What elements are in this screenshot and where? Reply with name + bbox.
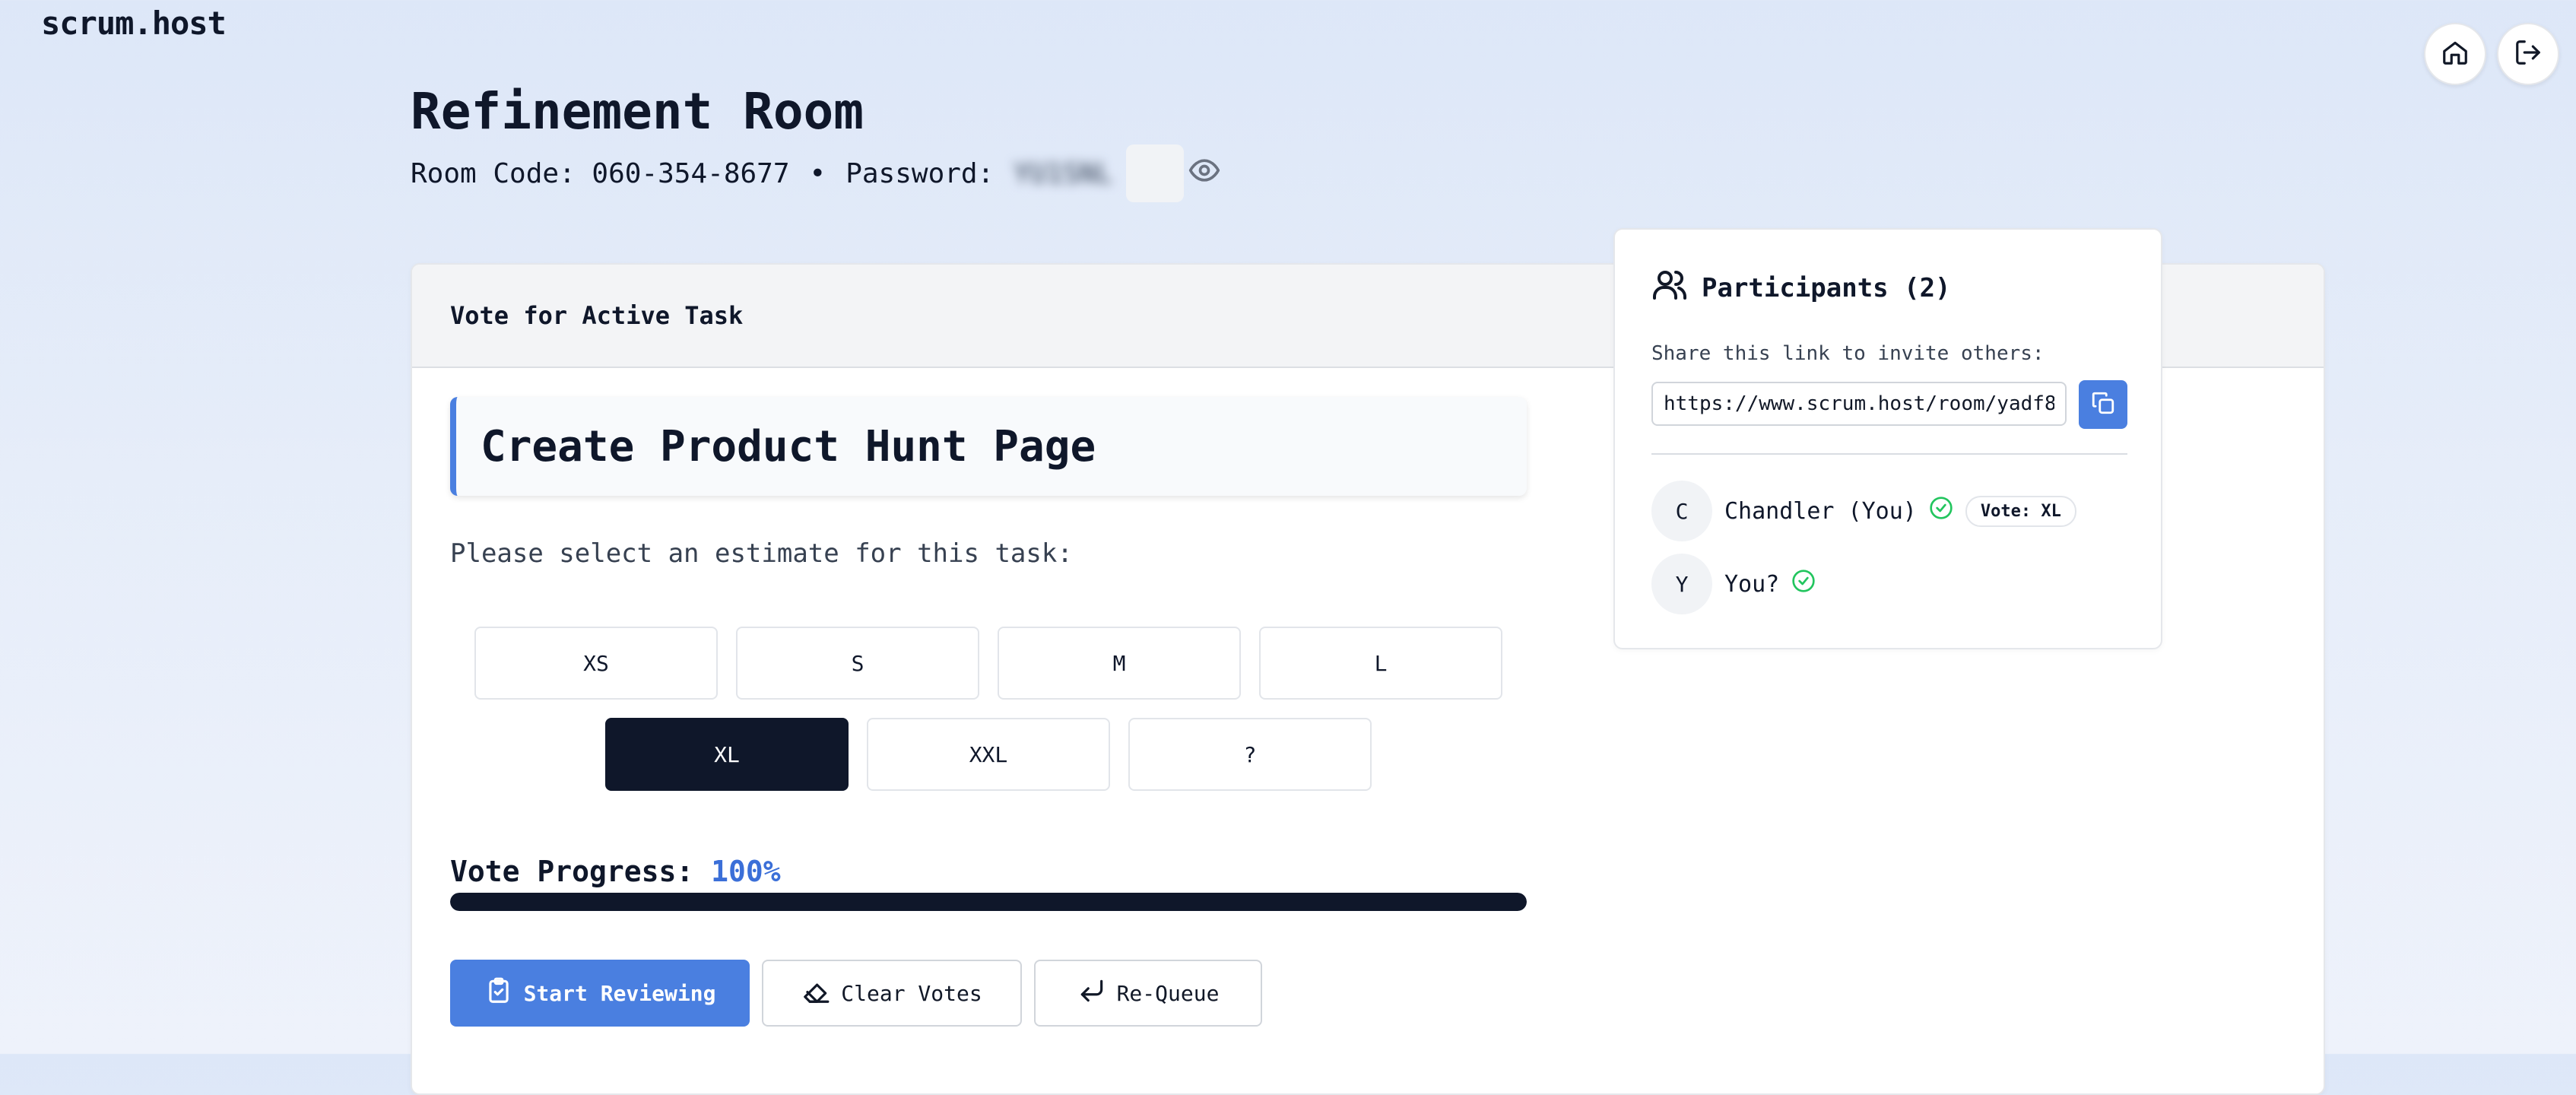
room-code: 060-354-8677 bbox=[592, 157, 790, 189]
home-button[interactable] bbox=[2424, 23, 2486, 85]
estimate-xs-button[interactable]: XS bbox=[474, 627, 718, 700]
logout-icon bbox=[2514, 38, 2543, 70]
vote-progress-bar bbox=[450, 893, 1527, 911]
room-meta: Room Code: 060-354-8677 • Password: YU1SNL bbox=[411, 144, 1220, 202]
users-icon bbox=[1651, 266, 1688, 309]
clear-votes-label: Clear Votes bbox=[841, 980, 982, 1006]
estimate-xxl-button[interactable]: XXL bbox=[867, 718, 1110, 791]
estimate-xl-button[interactable]: XL bbox=[605, 718, 849, 791]
participant-name: Chandler (You) bbox=[1724, 497, 1917, 525]
start-reviewing-label: Start Reviewing bbox=[523, 980, 716, 1006]
check-circle-icon bbox=[1791, 569, 1816, 599]
requeue-button[interactable]: Re-Queue bbox=[1034, 960, 1262, 1027]
share-link-input[interactable] bbox=[1651, 382, 2067, 426]
vote-progress-value: 100% bbox=[711, 855, 781, 888]
clipboard-check-icon bbox=[484, 976, 513, 1011]
participant-name: You? bbox=[1724, 570, 1780, 598]
estimate-unknown-button[interactable]: ? bbox=[1128, 718, 1372, 791]
participants-header: Participants (2) bbox=[1651, 266, 1951, 309]
share-link-label: Share this link to invite others: bbox=[1651, 342, 2045, 365]
participant-row: C Chandler (You) Vote: XL bbox=[1651, 481, 2076, 541]
password-value: YU1SNL bbox=[1013, 157, 1112, 189]
vote-badge: Vote: XL bbox=[1965, 495, 2076, 527]
participant-row: Y You? bbox=[1651, 554, 1816, 614]
participants-title: Participants (2) bbox=[1702, 272, 1951, 303]
participants-divider bbox=[1651, 453, 2127, 455]
avatar: Y bbox=[1651, 554, 1712, 614]
check-circle-icon bbox=[1929, 496, 1953, 526]
reveal-password-button[interactable] bbox=[1126, 144, 1220, 202]
estimate-s-button[interactable]: S bbox=[736, 627, 979, 700]
home-icon bbox=[2441, 38, 2470, 70]
vote-progress-label: Vote Progress: bbox=[450, 855, 712, 888]
corner-down-left-icon bbox=[1077, 976, 1106, 1011]
meta-separator: • bbox=[809, 157, 826, 189]
password-label: Password: bbox=[845, 157, 1010, 189]
estimate-l-button[interactable]: L bbox=[1259, 627, 1502, 700]
logout-button[interactable] bbox=[2497, 23, 2559, 85]
vote-progress: Vote Progress: 100% bbox=[450, 855, 781, 888]
copy-icon bbox=[2090, 390, 2116, 419]
start-reviewing-button[interactable]: Start Reviewing bbox=[450, 960, 750, 1027]
clear-votes-button[interactable]: Clear Votes bbox=[762, 960, 1022, 1027]
room-code-label: Room Code: bbox=[411, 157, 592, 189]
requeue-label: Re-Queue bbox=[1116, 980, 1220, 1006]
avatar: C bbox=[1651, 481, 1712, 541]
room-title: Refinement Room bbox=[411, 82, 864, 141]
participants-card: Participants (2) Share this link to invi… bbox=[1613, 228, 2162, 649]
estimate-prompt: Please select an estimate for this task: bbox=[450, 538, 1073, 569]
vote-progress-fill bbox=[450, 893, 1527, 911]
app-logo[interactable]: scrum.host bbox=[41, 5, 227, 42]
copy-link-button[interactable] bbox=[2079, 380, 2127, 429]
active-task-title: Create Product Hunt Page bbox=[450, 397, 1527, 496]
estimate-m-button[interactable]: M bbox=[998, 627, 1241, 700]
eraser-icon bbox=[801, 976, 830, 1011]
